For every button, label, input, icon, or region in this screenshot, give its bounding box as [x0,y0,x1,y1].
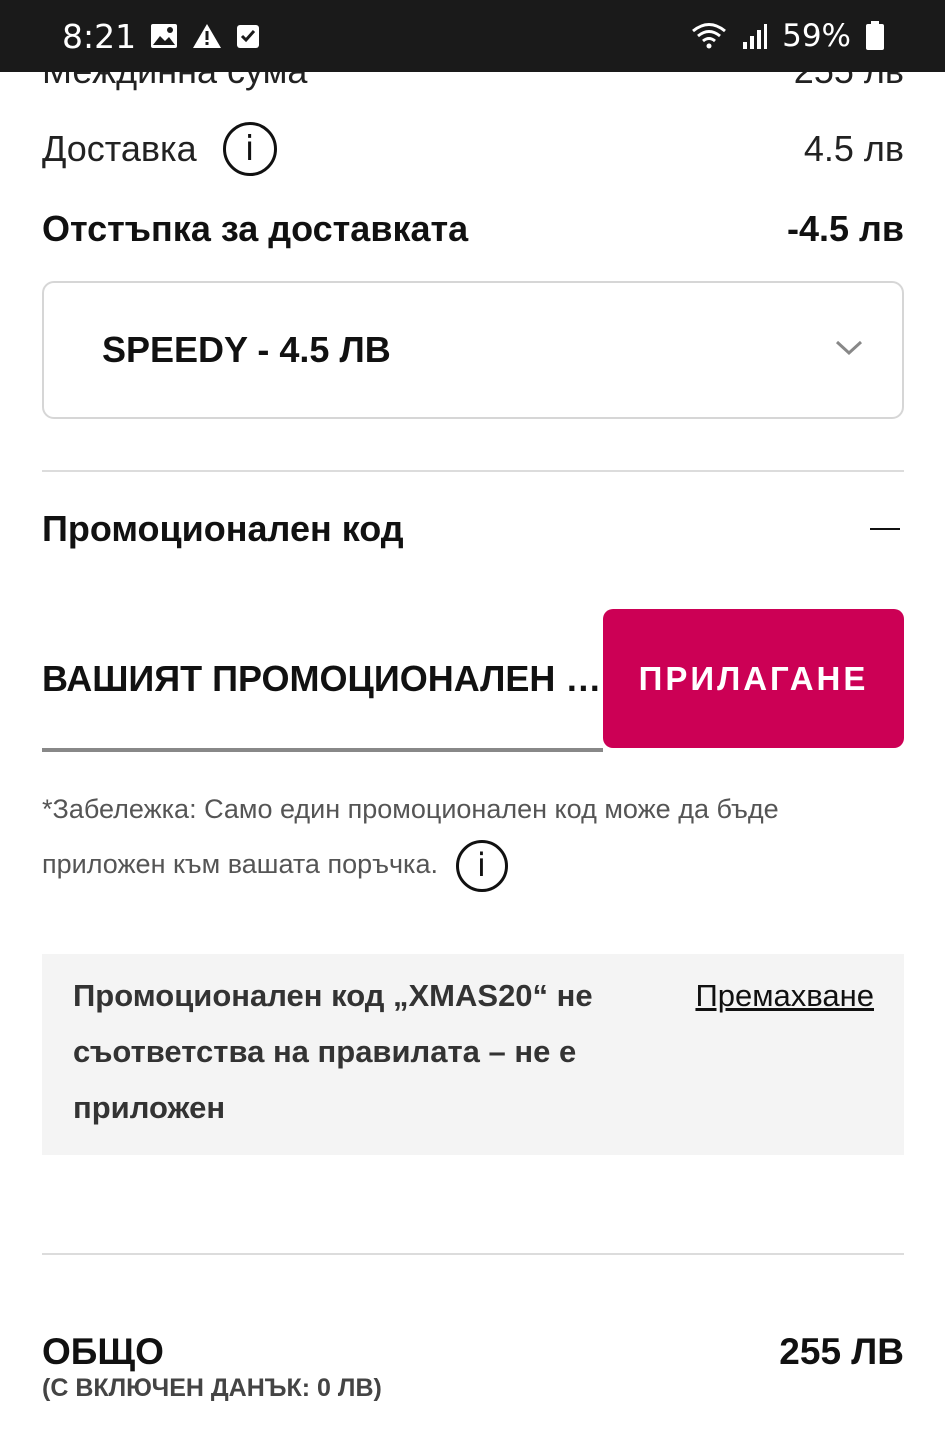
section-divider [42,1253,904,1255]
total-label-group: ОБЩО (С ВКЛЮЧЕН ДАНЪК: 0 ЛВ) [42,1330,382,1402]
total-tax-note: (С ВКЛЮЧЕН ДАНЪК: 0 ЛВ) [42,1374,382,1402]
warning-icon [192,23,222,49]
promo-error-text: Промоционален код „XMAS20“ не съответств… [73,978,593,1125]
promo-code-title: Промоционален код [42,508,404,549]
promo-note: *Забележка: Само един промоционален код … [42,782,904,892]
battery-percentage: 59% [782,18,851,54]
delivery-label: Доставка [42,128,197,169]
status-bar-right: 59% [690,18,885,54]
promo-code-field [42,610,603,752]
status-bar: 8:21 59% [0,0,945,72]
promo-note-text: *Забележка: Само един промоционален код … [42,794,779,879]
promo-error-message: Промоционален код „XMAS20“ не съответств… [42,954,904,1155]
remove-promo-link[interactable]: Премахване [695,954,874,1155]
delivery-discount-row: Отстъпка за доставката -4.5 лв [42,208,904,250]
delivery-value: 4.5 лв [803,128,904,169]
promo-code-input[interactable] [42,658,603,700]
status-bar-left: 8:21 [62,17,260,56]
delivery-label-group: Доставка i [42,122,277,176]
total-value: 255 ЛВ [779,1331,904,1372]
section-divider [42,470,904,472]
delivery-row: Доставка i 4.5 лв [42,122,904,176]
wifi-icon [690,21,728,51]
status-time: 8:21 [62,16,137,56]
delivery-info-icon[interactable]: i [222,122,277,176]
shipping-method-select[interactable]: SPEEDY - 4.5 ЛВ [42,281,904,419]
battery-icon [865,21,885,51]
shipping-method-value: SPEEDY - 4.5 ЛВ [102,329,391,370]
signal-icon [742,22,768,50]
delivery-discount-value: -4.5 лв [786,208,904,249]
apply-promo-button[interactable]: ПРИЛАГАНЕ [603,609,904,748]
order-total-row: ОБЩО (С ВКЛЮЧЕН ДАНЪК: 0 ЛВ) 255 ЛВ [42,1330,904,1402]
minus-icon[interactable] [870,528,900,530]
promo-code-header[interactable]: Промоционален код [42,508,904,550]
promo-info-icon[interactable]: i [455,839,508,892]
total-label: ОБЩО [42,1331,164,1372]
delivery-discount-label: Отстъпка за доставката [42,208,469,249]
checkbox-icon [236,23,260,49]
image-icon [150,23,178,49]
chevron-down-icon [834,339,864,362]
